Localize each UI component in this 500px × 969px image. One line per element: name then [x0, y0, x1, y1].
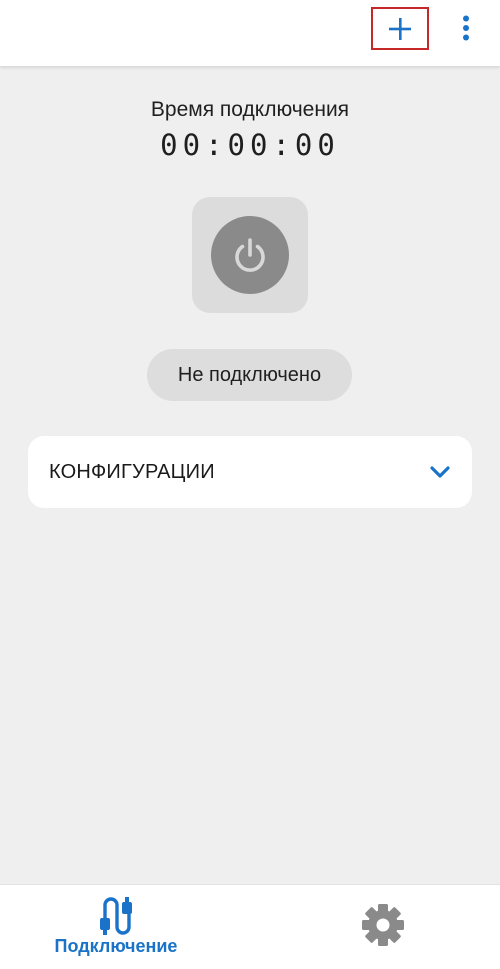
- more-options-button[interactable]: [448, 8, 484, 48]
- add-config-button[interactable]: [371, 7, 429, 50]
- nav-item-connection[interactable]: Подключение: [40, 885, 192, 969]
- nav-item-connection-label: Подключение: [54, 936, 178, 956]
- plus-icon: [389, 17, 411, 40]
- more-vertical-icon: [463, 15, 469, 41]
- configurations-dropdown[interactable]: КОНФИГУРАЦИИ: [28, 436, 472, 508]
- chevron-down-icon: [430, 466, 450, 478]
- cable-icon: [100, 897, 132, 935]
- bottom-navigation: Подключение: [0, 884, 500, 969]
- nav-item-settings[interactable]: [345, 885, 421, 969]
- power-button-circle: [211, 216, 289, 294]
- connection-status-badge: Не подключено: [147, 349, 352, 401]
- gear-icon: [362, 904, 404, 946]
- power-icon: [235, 238, 265, 272]
- configurations-title: КОНФИГУРАЦИИ: [49, 460, 215, 483]
- top-app-bar: [0, 0, 500, 66]
- connection-timer: 00:00:00: [160, 128, 340, 162]
- power-button[interactable]: [192, 197, 308, 313]
- connection-time-label: Время подключения: [150, 98, 350, 121]
